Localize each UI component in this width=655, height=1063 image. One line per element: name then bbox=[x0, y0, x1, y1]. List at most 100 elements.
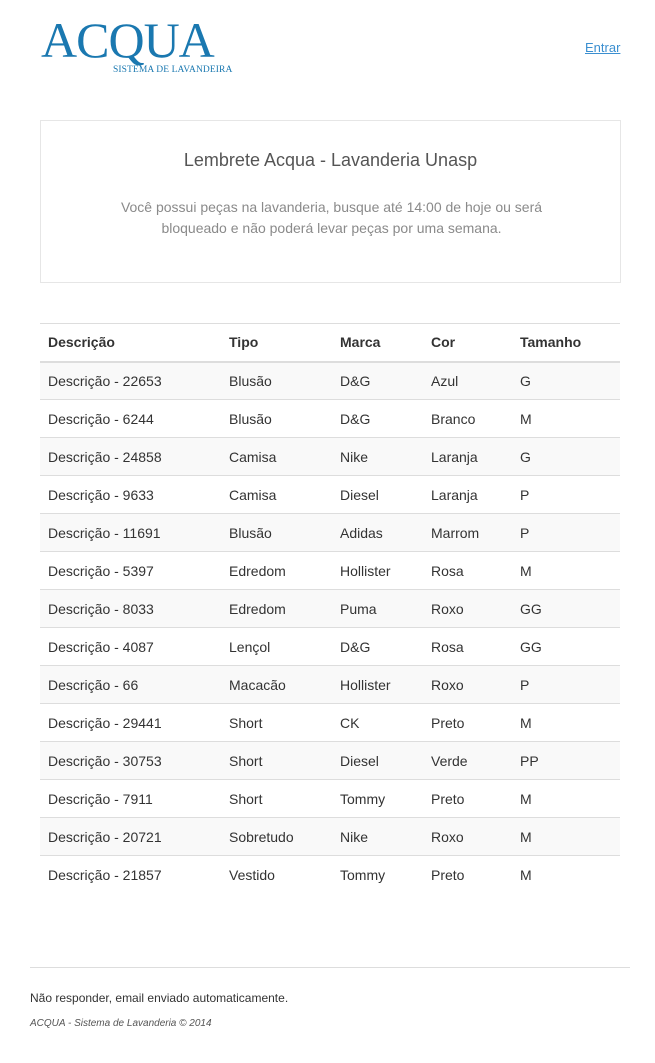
column-header-descricao: Descrição bbox=[40, 323, 221, 363]
laundry-items-table: Descrição Tipo Marca Cor Tamanho Descriç… bbox=[40, 323, 620, 894]
cell-tamanho: P bbox=[512, 513, 620, 552]
cell-tamanho: M bbox=[512, 703, 620, 742]
cell-tipo: Blusão bbox=[221, 513, 332, 552]
table-row: Descrição - 11691 Blusão Adidas Marrom P bbox=[40, 513, 620, 552]
column-header-tipo: Tipo bbox=[221, 323, 332, 363]
table-row: Descrição - 24858 Camisa Nike Laranja G bbox=[40, 437, 620, 476]
cell-tipo: Blusão bbox=[221, 399, 332, 438]
cell-cor: Preto bbox=[423, 703, 512, 742]
table-row: Descrição - 8033 Edredom Puma Roxo GG bbox=[40, 589, 620, 628]
cell-cor: Roxo bbox=[423, 589, 512, 628]
cell-marca: Diesel bbox=[332, 475, 423, 514]
cell-marca: Diesel bbox=[332, 741, 423, 780]
cell-descricao: Descrição - 22653 bbox=[40, 361, 221, 400]
cell-tipo: Short bbox=[221, 779, 332, 818]
reminder-panel: Lembrete Acqua - Lavanderia Unasp Você p… bbox=[40, 120, 621, 283]
table-row: Descrição - 20721 Sobretudo Nike Roxo M bbox=[40, 817, 620, 856]
cell-marca: Nike bbox=[332, 817, 423, 856]
cell-tipo: Camisa bbox=[221, 475, 332, 514]
cell-descricao: Descrição - 11691 bbox=[40, 513, 221, 552]
cell-cor: Branco bbox=[423, 399, 512, 438]
cell-cor: Laranja bbox=[423, 475, 512, 514]
header: ACQUA SISTEMA DE LAVANDEIRA Entrar bbox=[0, 0, 655, 90]
cell-descricao: Descrição - 9633 bbox=[40, 475, 221, 514]
cell-marca: Tommy bbox=[332, 855, 423, 894]
cell-tamanho: M bbox=[512, 817, 620, 856]
cell-descricao: Descrição - 66 bbox=[40, 665, 221, 704]
cell-cor: Preto bbox=[423, 855, 512, 894]
cell-tipo: Sobretudo bbox=[221, 817, 332, 856]
table-row: Descrição - 66 Macacão Hollister Roxo P bbox=[40, 665, 620, 704]
cell-tipo: Camisa bbox=[221, 437, 332, 476]
cell-tipo: Short bbox=[221, 703, 332, 742]
reminder-title: Lembrete Acqua - Lavanderia Unasp bbox=[183, 150, 478, 170]
table-row: Descrição - 4087 Lençol D&G Rosa GG bbox=[40, 627, 620, 666]
cell-tamanho: GG bbox=[512, 589, 620, 628]
cell-cor: Verde bbox=[423, 741, 512, 780]
cell-cor: Laranja bbox=[423, 437, 512, 476]
cell-marca: Nike bbox=[332, 437, 423, 476]
cell-cor: Azul bbox=[423, 361, 512, 400]
table-body: Descrição - 22653 Blusão D&G Azul G Descrição… bbox=[40, 361, 620, 894]
cell-cor: Rosa bbox=[423, 551, 512, 590]
cell-marca: D&G bbox=[332, 399, 423, 438]
cell-marca: Tommy bbox=[332, 779, 423, 818]
cell-descricao: Descrição - 29441 bbox=[40, 703, 221, 742]
cell-tamanho: GG bbox=[512, 627, 620, 666]
cell-tipo: Edredom bbox=[221, 589, 332, 628]
cell-descricao: Descrição - 8033 bbox=[40, 589, 221, 628]
cell-cor: Marrom bbox=[423, 513, 512, 552]
table-row: Descrição - 21857 Vestido Tommy Preto M bbox=[40, 855, 620, 894]
cell-marca: D&G bbox=[332, 627, 423, 666]
cell-descricao: Descrição - 21857 bbox=[40, 855, 221, 894]
footer-copyright: ACQUA - Sistema de Lavanderia © 2014 bbox=[30, 1018, 212, 1029]
cell-tamanho: G bbox=[512, 361, 620, 400]
login-link[interactable]: Entrar bbox=[585, 40, 620, 56]
table-row: Descrição - 22653 Blusão D&G Azul G bbox=[40, 361, 620, 400]
cell-cor: Roxo bbox=[423, 817, 512, 856]
cell-tamanho: M bbox=[512, 551, 620, 590]
cell-cor: Roxo bbox=[423, 665, 512, 704]
table-row: Descrição - 5397 Edredom Hollister Rosa M bbox=[40, 551, 620, 590]
table-row: Descrição - 7911 Short Tommy Preto M bbox=[40, 779, 620, 818]
cell-tamanho: G bbox=[512, 437, 620, 476]
cell-tamanho: P bbox=[512, 475, 620, 514]
cell-descricao: Descrição - 30753 bbox=[40, 741, 221, 780]
cell-marca: Adidas bbox=[332, 513, 423, 552]
reminder-message: Você possui peças na lavanderia, busque … bbox=[120, 199, 543, 236]
column-header-tamanho: Tamanho bbox=[512, 323, 620, 363]
cell-cor: Preto bbox=[423, 779, 512, 818]
column-header-marca: Marca bbox=[332, 323, 423, 363]
logo-subtitle: SISTEMA DE LAVANDEIRA bbox=[113, 65, 233, 75]
cell-cor: Rosa bbox=[423, 627, 512, 666]
table-header-row: Descrição Tipo Marca Cor Tamanho bbox=[40, 323, 620, 363]
footer-divider bbox=[30, 967, 630, 968]
cell-tipo: Macacão bbox=[221, 665, 332, 704]
table-row: Descrição - 9633 Camisa Diesel Laranja P bbox=[40, 475, 620, 514]
cell-tamanho: P bbox=[512, 665, 620, 704]
cell-tamanho: PP bbox=[512, 741, 620, 780]
cell-tamanho: M bbox=[512, 779, 620, 818]
cell-tamanho: M bbox=[512, 855, 620, 894]
cell-descricao: Descrição - 24858 bbox=[40, 437, 221, 476]
cell-descricao: Descrição - 6244 bbox=[40, 399, 221, 438]
cell-tipo: Edredom bbox=[221, 551, 332, 590]
cell-marca: D&G bbox=[332, 361, 423, 400]
cell-descricao: Descrição - 5397 bbox=[40, 551, 221, 590]
logo-text: ACQUA bbox=[41, 12, 215, 68]
cell-tipo: Vestido bbox=[221, 855, 332, 894]
cell-marca: Hollister bbox=[332, 665, 423, 704]
cell-tipo: Blusão bbox=[221, 361, 332, 400]
acqua-logo: ACQUA SISTEMA DE LAVANDEIRA bbox=[41, 12, 241, 78]
cell-descricao: Descrição - 4087 bbox=[40, 627, 221, 666]
cell-descricao: Descrição - 7911 bbox=[40, 779, 221, 818]
cell-marca: Puma bbox=[332, 589, 423, 628]
cell-tipo: Lençol bbox=[221, 627, 332, 666]
cell-tipo: Short bbox=[221, 741, 332, 780]
table-row: Descrição - 30753 Short Diesel Verde PP bbox=[40, 741, 620, 780]
cell-marca: CK bbox=[332, 703, 423, 742]
table-row: Descrição - 6244 Blusão D&G Branco M bbox=[40, 399, 620, 438]
cell-descricao: Descrição - 20721 bbox=[40, 817, 221, 856]
column-header-cor: Cor bbox=[423, 323, 512, 363]
cell-tamanho: M bbox=[512, 399, 620, 438]
